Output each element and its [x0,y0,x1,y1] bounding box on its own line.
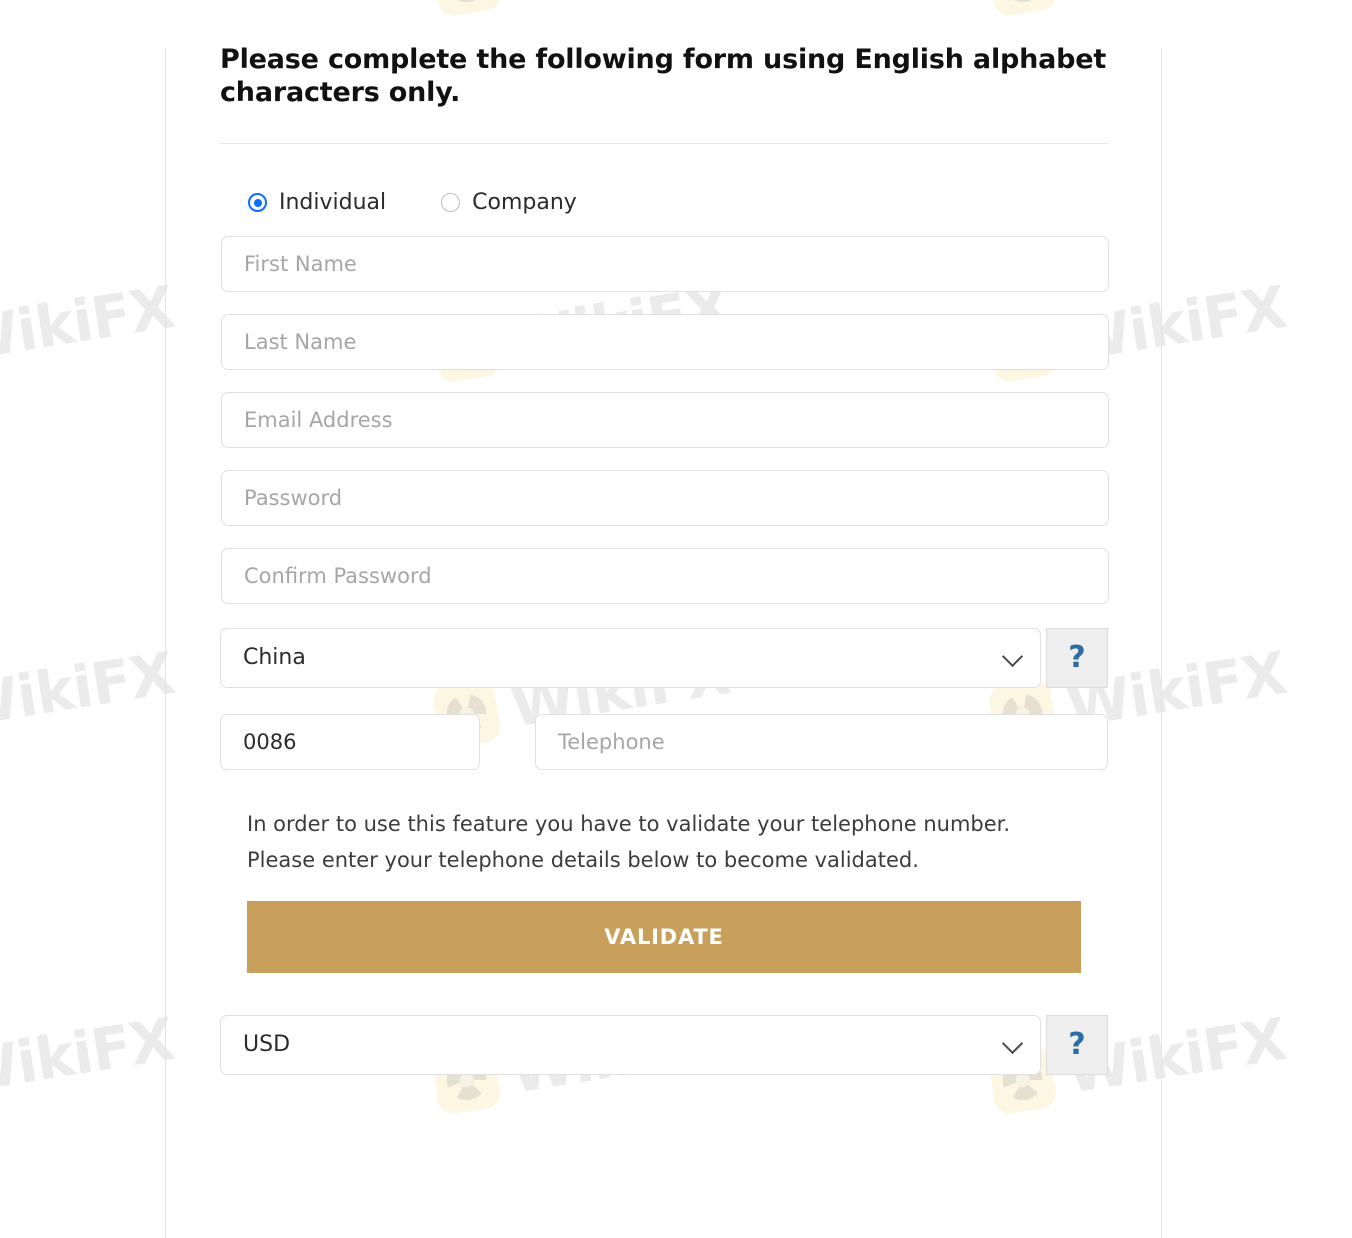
question-mark-icon: ? [1068,1027,1086,1063]
watermark-wikifx: WikiFX [0,0,178,18]
confirm-password-row [220,547,1109,604]
watermark-label: WikiFX [0,639,179,741]
country-select-group: China ? [220,627,1108,688]
chevron-down-icon [1001,645,1024,667]
country-select[interactable]: China [220,627,1041,688]
watermark-wikifx: WikiFX [0,1005,179,1116]
currency-help-button[interactable]: ? [1046,1015,1108,1076]
country-help-button[interactable]: ? [1046,627,1108,688]
radio-option-company[interactable]: Company [441,189,577,215]
watermark-wikifx: WikiFX [0,639,179,750]
watermark-label: WikiFX [0,1005,179,1107]
country-code-input[interactable] [220,713,480,770]
telephone-input[interactable] [535,713,1108,770]
email-row [220,391,1109,448]
watermark-label: WikiFX [0,273,179,375]
confirm-password-input[interactable] [221,547,1109,604]
validate-info-text: In order to use this feature you have to… [247,811,1011,872]
first-name-row [220,235,1109,292]
validate-button[interactable]: VALIDATE [247,901,1081,974]
country-select-value: China [243,644,306,670]
account-type-radio-group: Individual Company [220,189,1107,215]
radio-company-icon[interactable] [441,193,461,213]
currency-select-value: USD [243,1032,291,1058]
telephone-row [220,713,1108,770]
password-input[interactable] [221,469,1109,526]
radio-company-label: Company [472,189,577,215]
email-input[interactable] [221,391,1109,448]
registration-form: Please complete the following form using… [165,0,1162,1220]
heading-divider [220,142,1108,144]
radio-individual-icon[interactable] [248,193,267,213]
last-name-input[interactable] [221,313,1109,370]
radio-individual-label: Individual [279,189,387,215]
first-name-input[interactable] [221,235,1109,292]
page-title: Please complete the following form using… [220,44,1107,108]
chevron-down-icon [1001,1032,1024,1055]
last-name-row [220,313,1109,370]
question-mark-icon: ? [1068,639,1086,675]
radio-option-individual[interactable]: Individual [248,189,387,215]
watermark-wikifx: WikiFX [0,273,179,384]
currency-select[interactable]: USD [220,1015,1041,1076]
password-row [220,469,1109,526]
watermark-label: WikiFX [0,0,178,9]
currency-select-group: USD ? [220,1015,1108,1076]
